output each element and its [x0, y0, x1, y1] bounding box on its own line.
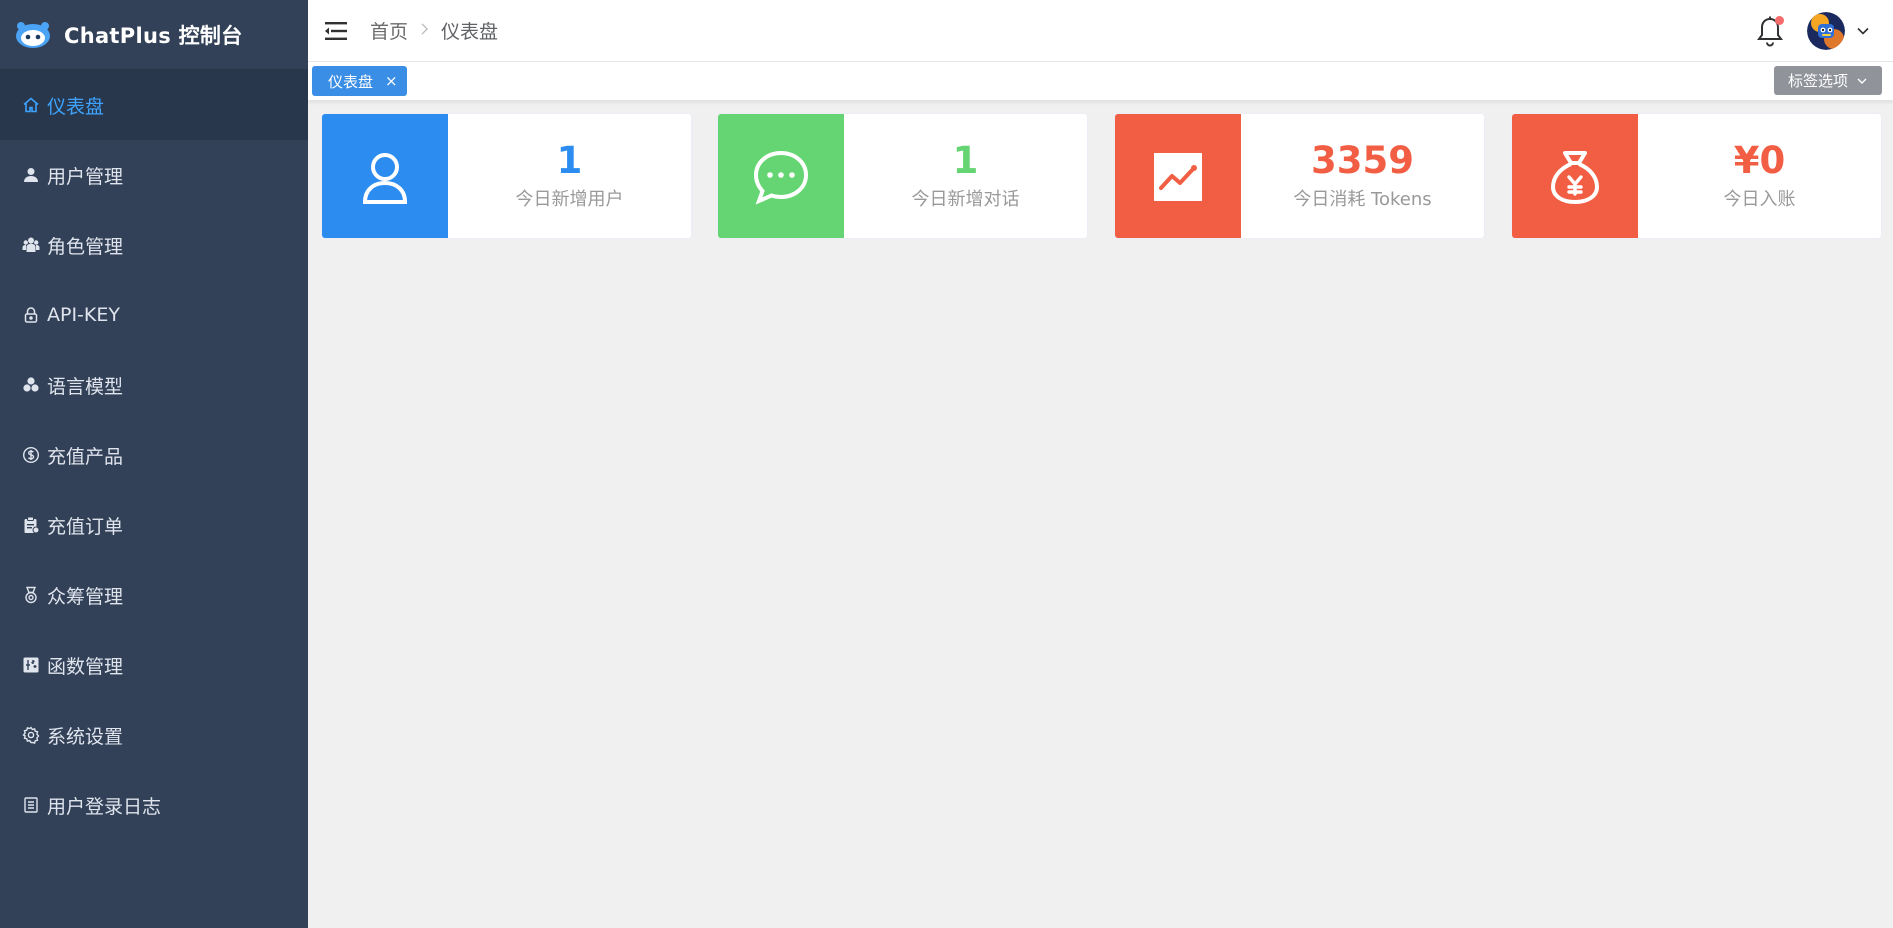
tags-bar: 仪表盘 × 标签选项: [308, 62, 1893, 100]
breadcrumb-current: 仪表盘: [441, 21, 499, 43]
notifications-button[interactable]: [1755, 15, 1785, 47]
sidebar-item-label: 系统设置: [47, 725, 124, 748]
model-icon: [22, 376, 40, 394]
sidebar-item-label: API-KEY: [47, 304, 120, 326]
sidebar-item-dashboard[interactable]: 仪表盘: [0, 70, 308, 140]
app-title: ChatPlus 控制台: [64, 23, 243, 48]
stat-card-icon-box: [322, 114, 448, 238]
sidebar-item-users[interactable]: 用户管理: [0, 140, 308, 210]
brand[interactable]: ChatPlus 控制台: [0, 0, 308, 70]
menu-fold-icon: [325, 21, 347, 40]
stat-card-body: ¥0 今日入账: [1638, 114, 1881, 238]
sidebar-item-label: 充值订单: [47, 515, 124, 538]
stat-card-body: 1 今日新增对话: [844, 114, 1087, 238]
sidebar-item-orders[interactable]: 充值订单: [0, 490, 308, 560]
sidebar-item-label: 函数管理: [47, 655, 124, 678]
log-icon: [22, 796, 40, 814]
collapse-sidebar-button[interactable]: [323, 20, 349, 42]
stat-card-income: ¥0 今日入账: [1511, 113, 1882, 239]
breadcrumb: 首页 仪表盘: [370, 17, 498, 44]
close-icon[interactable]: ×: [385, 73, 398, 89]
chat-bubble-icon: [753, 150, 809, 205]
header-actions: [1755, 0, 1871, 62]
stats-cards: 1 今日新增用户 1 今日新增对话 3359 今日消耗 Tokens ¥0 今日…: [321, 113, 1882, 239]
user-avatar-icon: [1807, 12, 1845, 50]
sidebar: ChatPlus 控制台 仪表盘 用户管理 角色管理 API-KEY 语言模型 …: [0, 0, 308, 928]
clipboard-icon: [22, 516, 40, 534]
breadcrumb-home[interactable]: 首页: [370, 17, 408, 44]
stat-card-body: 1 今日新增用户: [448, 114, 691, 238]
sidebar-item-label: 用户登录日志: [47, 795, 162, 818]
gear-icon: [22, 726, 40, 744]
chevron-down-icon: [1857, 78, 1867, 84]
stat-label: 今日入账: [1723, 189, 1796, 211]
stat-card-icon-box: [718, 114, 844, 238]
sidebar-item-settings[interactable]: 系统设置: [0, 700, 308, 770]
stat-card-icon-box: [1115, 114, 1241, 238]
breadcrumb-separator-icon: [420, 21, 429, 41]
app-logo-icon: [16, 21, 50, 48]
chevron-down-icon[interactable]: [1855, 23, 1871, 39]
stat-card-new-chats: 1 今日新增对话: [717, 113, 1088, 239]
notification-badge: [1775, 16, 1784, 25]
sidebar-item-functions[interactable]: 函数管理: [0, 630, 308, 700]
stat-label: 今日消耗 Tokens: [1293, 189, 1432, 211]
money-bag-icon: [1551, 151, 1599, 204]
sidebar-item-label: 语言模型: [47, 375, 124, 398]
user-icon: [22, 166, 40, 184]
tag-options-label: 标签选项: [1787, 72, 1848, 90]
sidebar-item-api-key[interactable]: API-KEY: [0, 280, 308, 350]
home-icon: [22, 96, 40, 114]
stat-card-tokens: 3359 今日消耗 Tokens: [1114, 113, 1485, 239]
sidebar-item-login-log[interactable]: 用户登录日志: [0, 770, 308, 840]
avatar[interactable]: [1807, 12, 1845, 50]
top-header: 首页 仪表盘: [308, 0, 1893, 62]
dollar-circle-icon: [22, 446, 40, 464]
tag-label: 仪表盘: [328, 72, 374, 91]
stat-label: 今日新增用户: [515, 189, 624, 211]
user-outline-icon: [362, 153, 408, 204]
stat-card-icon-box: [1512, 114, 1638, 238]
sidebar-item-label: 充值产品: [47, 445, 124, 468]
stat-value: 1: [556, 138, 583, 182]
sidebar-item-products[interactable]: 充值产品: [0, 420, 308, 490]
function-icon: [22, 656, 40, 674]
sidebar-item-roles[interactable]: 角色管理: [0, 210, 308, 280]
sidebar-item-crowdfund[interactable]: 众筹管理: [0, 560, 308, 630]
stat-value: 1: [952, 138, 979, 182]
stat-value: ¥0: [1733, 138, 1786, 182]
medal-icon: [22, 586, 40, 604]
stat-card-new-users: 1 今日新增用户: [321, 113, 692, 239]
sidebar-item-label: 角色管理: [47, 235, 124, 258]
sidebar-menu: 仪表盘 用户管理 角色管理 API-KEY 语言模型 充值产品 充值订单 众筹管…: [0, 70, 308, 840]
sidebar-item-label: 用户管理: [47, 165, 124, 188]
lock-icon: [22, 306, 40, 324]
tag-options-button[interactable]: 标签选项: [1773, 66, 1882, 95]
stat-label: 今日新增对话: [911, 189, 1020, 211]
stat-value: 3359: [1311, 138, 1414, 182]
sidebar-item-models[interactable]: 语言模型: [0, 350, 308, 420]
role-icon: [22, 236, 40, 254]
sidebar-item-label: 众筹管理: [47, 585, 124, 608]
stat-card-body: 3359 今日消耗 Tokens: [1241, 114, 1484, 238]
trend-chart-icon: [1154, 153, 1202, 201]
sidebar-item-label: 仪表盘: [47, 95, 105, 118]
tag-dashboard[interactable]: 仪表盘 ×: [312, 66, 407, 96]
